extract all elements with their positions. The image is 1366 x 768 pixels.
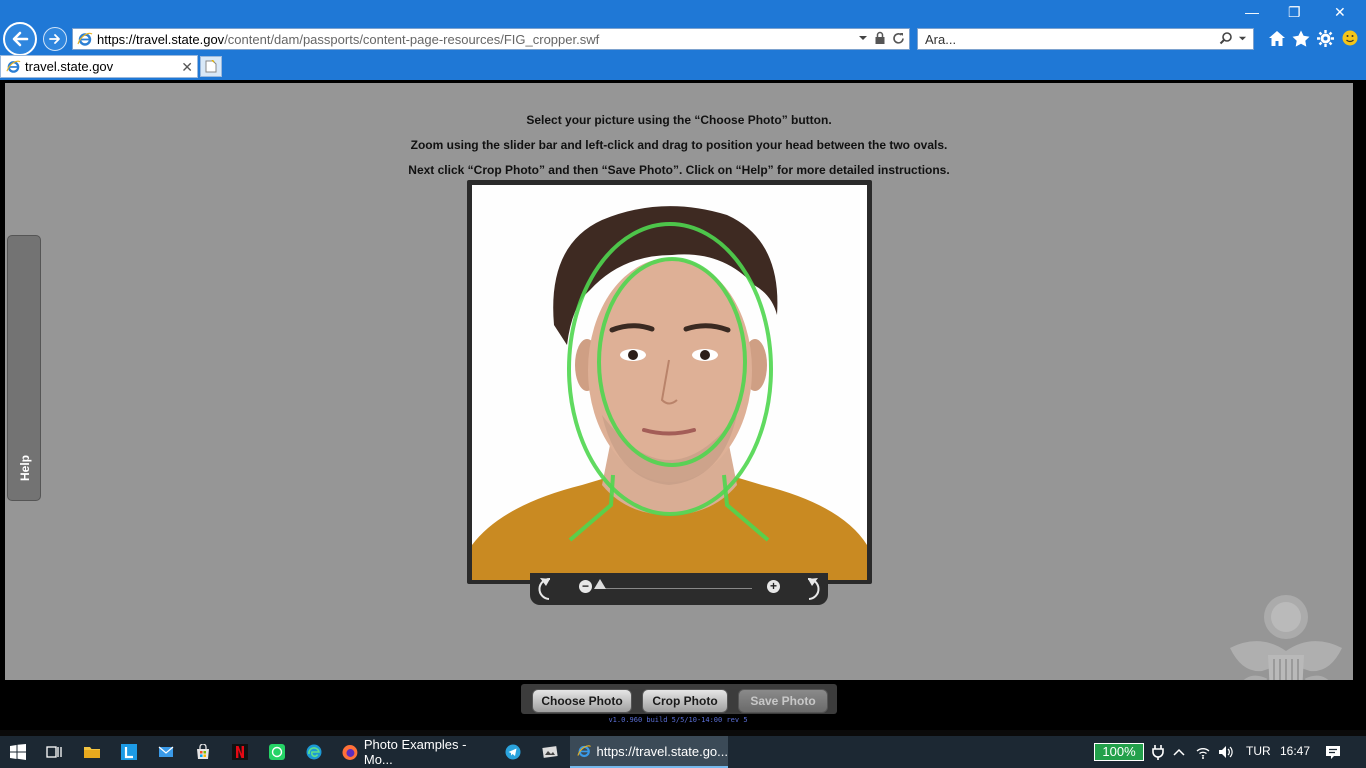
zoom-out-button[interactable]: − [579,580,592,593]
settings-gear-icon[interactable] [1317,30,1334,47]
rotate-right-icon[interactable] [803,575,821,601]
photo-canvas[interactable] [472,185,867,580]
windows-start-icon[interactable] [10,744,26,760]
tab-bar: travel.state.gov ✕ [0,54,1366,78]
url-text: https://travel.state.gov/content/dam/pas… [97,32,599,47]
portrait-photo[interactable] [472,185,867,580]
tab-label: travel.state.gov [25,59,114,74]
instruction-line-2: Zoom using the slider bar and left-click… [410,138,948,152]
netflix-icon[interactable] [232,744,248,760]
input-language[interactable]: TUR [1246,744,1271,758]
app-l-icon[interactable] [121,744,137,760]
forward-arrow-icon [49,34,60,44]
new-tab-button[interactable] [200,56,222,77]
forward-button[interactable] [43,27,67,51]
search-placeholder: Ara... [925,31,957,47]
choose-photo-button[interactable]: Choose Photo [532,689,632,713]
task-view-icon[interactable] [46,744,62,760]
zoom-slider-track[interactable] [600,588,752,589]
taskbar-photo-label: Photo Examples - Mo... [363,737,467,767]
browser-chrome: — ❐ ✕ https://travel.state.gov/content/d… [0,0,1366,80]
file-explorer-icon[interactable] [84,744,100,760]
taskbar-ie-label: https://travel.state.go... [596,743,728,759]
back-arrow-icon [12,31,29,47]
cropper-toolbar: Choose Photo Crop Photo Save Photo v1.0.… [0,680,1366,730]
clock-time[interactable]: 16:47 [1280,744,1310,758]
refresh-icon[interactable] [892,32,905,45]
photo-cropper-stage: Select your picture using the “Choose Ph… [5,83,1353,721]
notifications-icon[interactable] [1325,744,1341,760]
whatsapp-icon[interactable] [269,744,285,760]
chevron-up-icon[interactable] [1171,744,1187,760]
zoom-slider-thumb[interactable] [594,579,606,589]
close-window-button[interactable]: ✕ [1334,4,1346,21]
action-button-group: Choose Photo Crop Photo Save Photo [521,684,837,714]
feedback-smiley-icon[interactable] [1342,30,1358,46]
tab-travel-state-gov[interactable]: travel.state.gov ✕ [0,55,198,78]
store-icon[interactable] [195,744,211,760]
help-tab[interactable]: Help [7,235,41,501]
page-viewport: Select your picture using the “Choose Ph… [0,80,1366,730]
firefox-icon [342,744,358,760]
favorites-star-icon[interactable] [1292,30,1310,47]
edge-icon[interactable] [306,744,322,760]
search-input[interactable]: Ara... [917,28,1254,50]
wifi-icon[interactable] [1195,744,1211,760]
instruction-line-3: Next click “Crop Photo” and then “Save P… [408,163,950,177]
image-viewer-icon[interactable] [542,744,558,760]
lock-icon[interactable] [874,31,886,45]
zoom-in-button[interactable]: + [767,580,780,593]
restore-button[interactable]: ❐ [1288,4,1301,21]
home-icon[interactable] [1268,30,1286,47]
address-bar[interactable]: https://travel.state.gov/content/dam/pas… [72,28,910,50]
zoom-control-bar: − + [530,573,828,605]
search-icon[interactable] [1219,31,1233,45]
url-path: /content/dam/passports/content-page-reso… [224,31,600,47]
minimize-button[interactable]: — [1245,4,1259,20]
mail-icon[interactable] [158,744,174,760]
ie-logo-icon [77,32,93,46]
rotate-left-icon[interactable] [537,575,555,601]
photo-frame [467,180,872,584]
new-tab-icon [205,60,217,73]
taskbar-firefox-photo-examples[interactable]: Photo Examples - Mo... [336,736,490,768]
power-plug-icon[interactable] [1150,744,1166,760]
tab-close-button[interactable]: ✕ [181,59,193,76]
windows-taskbar: Photo Examples - Mo... https://travel.st… [0,736,1366,768]
battery-indicator[interactable]: 100% [1094,743,1144,761]
help-label: Help [18,455,32,482]
back-button[interactable] [3,22,37,56]
save-photo-button[interactable]: Save Photo [738,689,828,713]
search-dropdown-icon[interactable] [1238,34,1247,43]
volume-icon[interactable] [1218,744,1234,760]
dropdown-arrow-icon[interactable] [858,33,868,43]
ie-taskbar-icon [577,745,591,758]
version-label: v1.0.960 build 5/5/10-14:00 rev 5 [608,716,748,724]
url-host: https://travel.state.gov [97,31,225,47]
crop-photo-button[interactable]: Crop Photo [642,689,728,713]
telegram-icon[interactable] [505,744,521,760]
taskbar-ie-travel-state-gov[interactable]: https://travel.state.go... [570,736,728,768]
ie-tab-icon [6,60,21,73]
instruction-line-1: Select your picture using the “Choose Ph… [526,113,832,127]
